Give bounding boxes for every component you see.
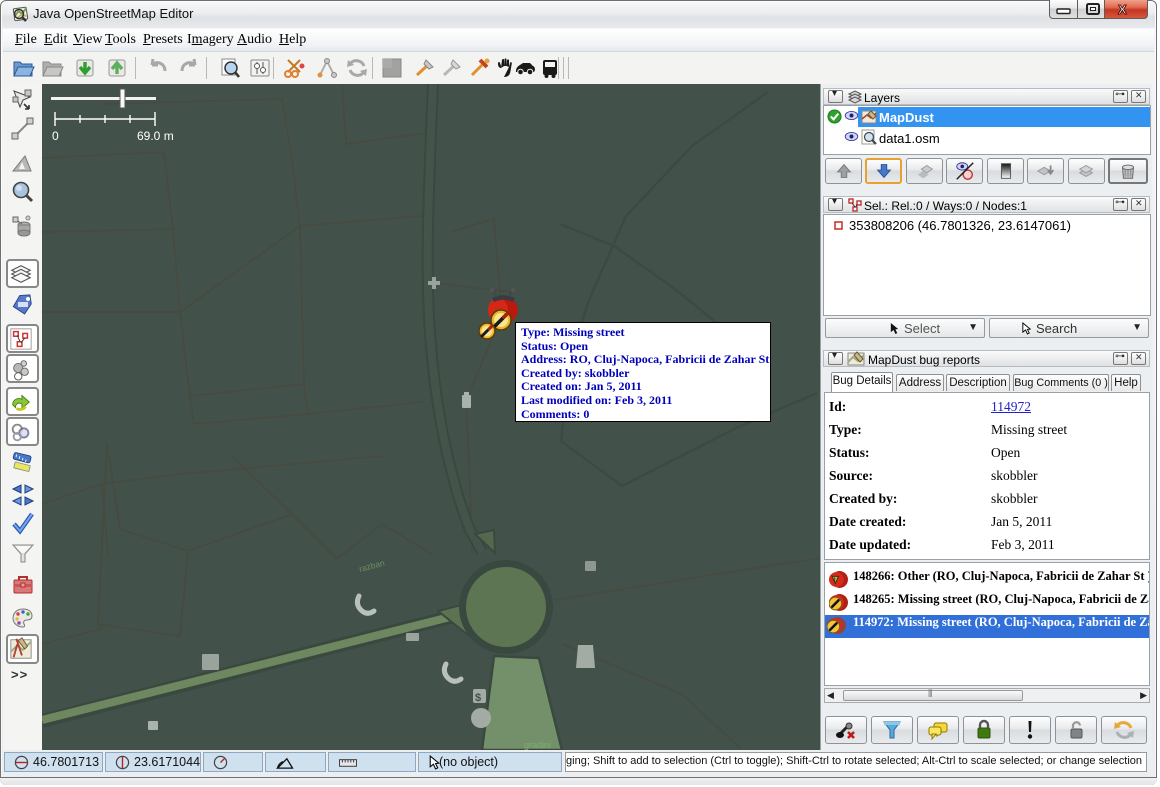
svg-text:!: ! bbox=[834, 577, 836, 584]
svg-text:69.0 m: 69.0 m bbox=[137, 129, 174, 143]
svg-text:0: 0 bbox=[52, 129, 59, 143]
svg-text:X: X bbox=[1118, 2, 1127, 17]
svg-text:$: $ bbox=[475, 692, 481, 704]
svg-text:razban: razban bbox=[358, 557, 386, 573]
svg-text:gradini: gradini bbox=[524, 740, 551, 750]
